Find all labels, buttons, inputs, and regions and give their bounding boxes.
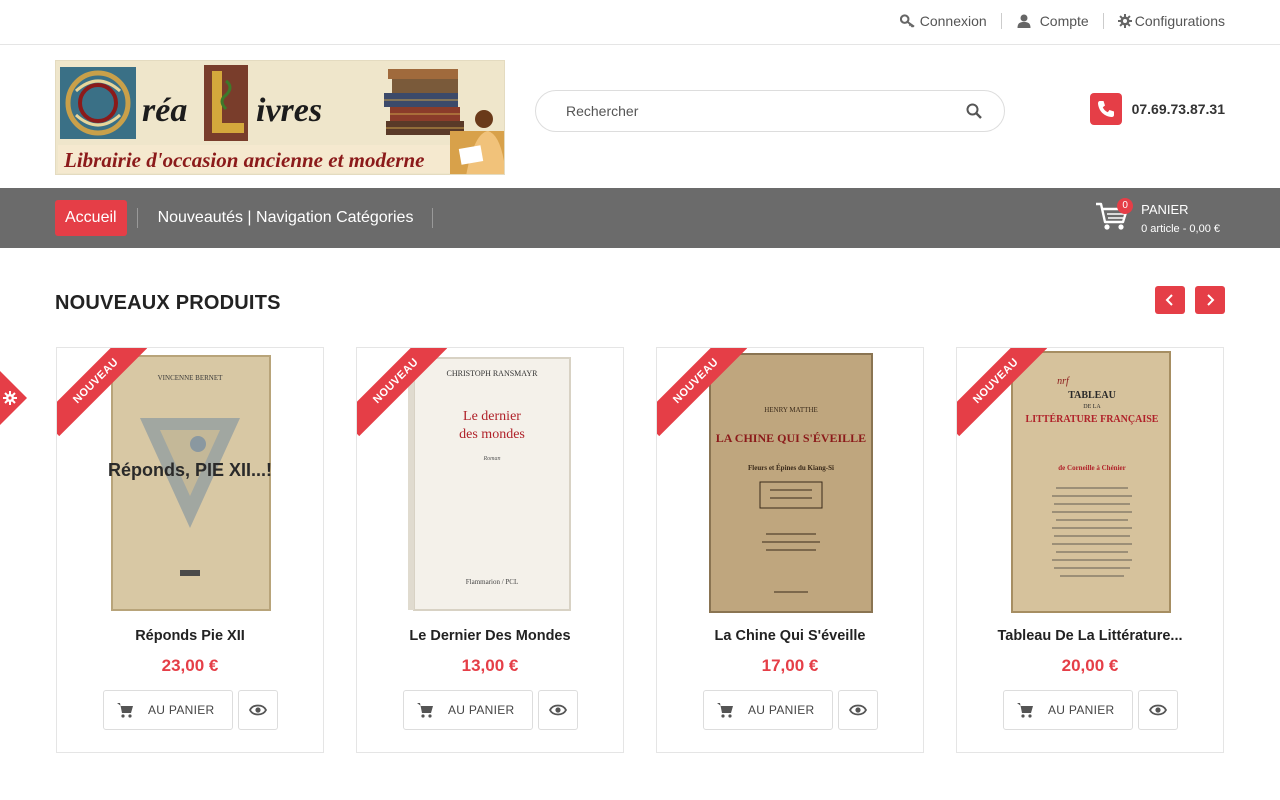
nav-categories[interactable]: Nouveautés | Navigation Catégories [158, 209, 414, 227]
add-to-cart-button[interactable]: AU PANIER [1003, 690, 1133, 730]
divider [1102, 13, 1104, 29]
product-card: VINCENNE BERNET Réponds, PIE XII...! NOU… [56, 347, 324, 753]
svg-text:réa: réa [142, 92, 187, 129]
key-icon [899, 14, 915, 28]
product-card: CHRISTOPH RANSMAYR Le dernier des mondes… [356, 347, 624, 753]
site-logo[interactable]: réa ivres Librairie d'occasion ancienne … [55, 60, 505, 175]
phone-contact[interactable]: 07.69.73.87.31 [1089, 93, 1225, 125]
new-badge: NOUVEAU [57, 348, 147, 438]
product-title[interactable]: Tableau De La Littérature... [957, 628, 1223, 644]
user-icon [1017, 14, 1031, 28]
quick-view-button[interactable] [238, 690, 278, 730]
cover-title: Réponds, PIE XII...! [108, 460, 272, 480]
product-title[interactable]: Réponds Pie XII [57, 628, 323, 644]
top-nav: Connexion Compte Configurations [899, 13, 1225, 29]
add-to-cart-button[interactable]: AU PANIER [103, 690, 233, 730]
svg-text:Roman: Roman [483, 456, 501, 462]
nav-divider [432, 208, 434, 228]
cart-summary: 0 article - 0,00 € [1141, 223, 1220, 235]
nav-home[interactable]: Accueil [55, 200, 127, 236]
search-bar [535, 90, 1005, 132]
account-label: Compte [1039, 13, 1089, 29]
cover-author: nrf [1057, 376, 1070, 387]
gear-icon [3, 391, 17, 405]
new-badge-label: NOUVEAU [357, 348, 447, 437]
product-price: 17,00 € [761, 656, 819, 675]
add-to-cart-label: AU PANIER [448, 703, 515, 717]
cover-publisher: Fleurs et Épines du Kiang-Si [748, 464, 834, 472]
gear-icon [1117, 14, 1132, 28]
nav-items: Accueil Nouveautés | Navigation Catégori… [55, 200, 434, 236]
site-header: réa ivres Librairie d'occasion ancienne … [0, 45, 1280, 188]
product-price: 20,00 € [1061, 656, 1119, 675]
svg-text:ivres: ivres [256, 92, 322, 129]
cover-publisher: Flammarion / PCL [466, 578, 519, 586]
phone-icon [1089, 93, 1122, 125]
svg-text:des mondes: des mondes [459, 427, 525, 442]
new-badge: NOUVEAU [357, 348, 447, 438]
settings-link[interactable]: Configurations [1117, 13, 1225, 29]
account-link[interactable]: Compte [1016, 13, 1089, 29]
shopping-cart-icon: 0 [1095, 198, 1134, 236]
new-badge-label: NOUVEAU [957, 348, 1047, 437]
add-to-cart-button[interactable]: AU PANIER [703, 690, 833, 730]
carousel-prev-button[interactable] [1155, 286, 1185, 314]
search-icon [966, 103, 982, 119]
phone-number: 07.69.73.87.31 [1131, 101, 1225, 117]
new-badge: NOUVEAU [957, 348, 1047, 438]
cart-icon [117, 703, 133, 718]
cart-icon [717, 703, 733, 718]
add-to-cart-label: AU PANIER [148, 703, 215, 717]
login-label: Connexion [919, 13, 987, 29]
cover-author: VINCENNE BERNET [158, 374, 223, 382]
add-to-cart-label: AU PANIER [748, 703, 815, 717]
add-to-cart-button[interactable]: AU PANIER [403, 690, 533, 730]
chevron-left-icon [1165, 294, 1173, 306]
chevron-right-icon [1207, 294, 1215, 306]
new-badge-label: NOUVEAU [57, 348, 147, 437]
login-link[interactable]: Connexion [899, 13, 987, 29]
product-title[interactable]: La Chine Qui S'éveille [657, 628, 923, 644]
cart-count-badge: 0 [1117, 198, 1134, 214]
product-carousel: VINCENNE BERNET Réponds, PIE XII...! NOU… [56, 347, 1224, 753]
svg-text:DE LA: DE LA [1083, 404, 1101, 410]
carousel-next-button[interactable] [1195, 286, 1225, 314]
eye-icon [849, 704, 867, 716]
section-title: NOUVEAUX PRODUITS [55, 292, 281, 314]
quick-view-button[interactable] [838, 690, 878, 730]
product-title[interactable]: Le Dernier Des Mondes [357, 628, 623, 644]
svg-text:Le dernier: Le dernier [463, 409, 521, 424]
cover-publisher: de Corneille à Chénier [1058, 464, 1125, 472]
cart-widget[interactable]: 0 PANIER 0 article - 0,00 € [1095, 198, 1220, 236]
theme-config-tab[interactable] [0, 371, 27, 425]
cart-text: PANIER 0 article - 0,00 € [1141, 200, 1220, 235]
cover-author: CHRISTOPH RANSMAYR [447, 369, 539, 378]
top-bar: Connexion Compte Configurations [0, 0, 1280, 45]
quick-view-button[interactable] [1138, 690, 1178, 730]
cart-icon [417, 703, 433, 718]
cart-icon [1017, 703, 1033, 718]
eye-icon [549, 704, 567, 716]
svg-text:TABLEAU: TABLEAU [1068, 390, 1116, 401]
logo-tagline: Librairie d'occasion ancienne et moderne [63, 148, 424, 172]
add-to-cart-label: AU PANIER [1048, 703, 1115, 717]
main-nav: Accueil Nouveautés | Navigation Catégori… [0, 188, 1280, 248]
new-badge-label: NOUVEAU [657, 348, 747, 437]
divider [1000, 13, 1002, 29]
eye-icon [249, 704, 267, 716]
settings-label: Configurations [1134, 13, 1225, 29]
product-card: HENRY MATTHE LA CHINE QUI S'ÉVEILLE Fleu… [656, 347, 924, 753]
product-card: nrf TABLEAU DE LA LITTÉRATURE FRANÇAISE … [956, 347, 1224, 753]
cart-title: PANIER [1141, 202, 1189, 217]
cover-author: HENRY MATTHE [764, 406, 818, 414]
new-badge: NOUVEAU [657, 348, 747, 438]
nav-divider [136, 208, 138, 228]
eye-icon [1149, 704, 1167, 716]
search-button[interactable] [964, 101, 984, 121]
product-price: 13,00 € [461, 656, 519, 675]
search-input[interactable] [566, 103, 964, 119]
quick-view-button[interactable] [538, 690, 578, 730]
product-price: 23,00 € [161, 656, 219, 675]
